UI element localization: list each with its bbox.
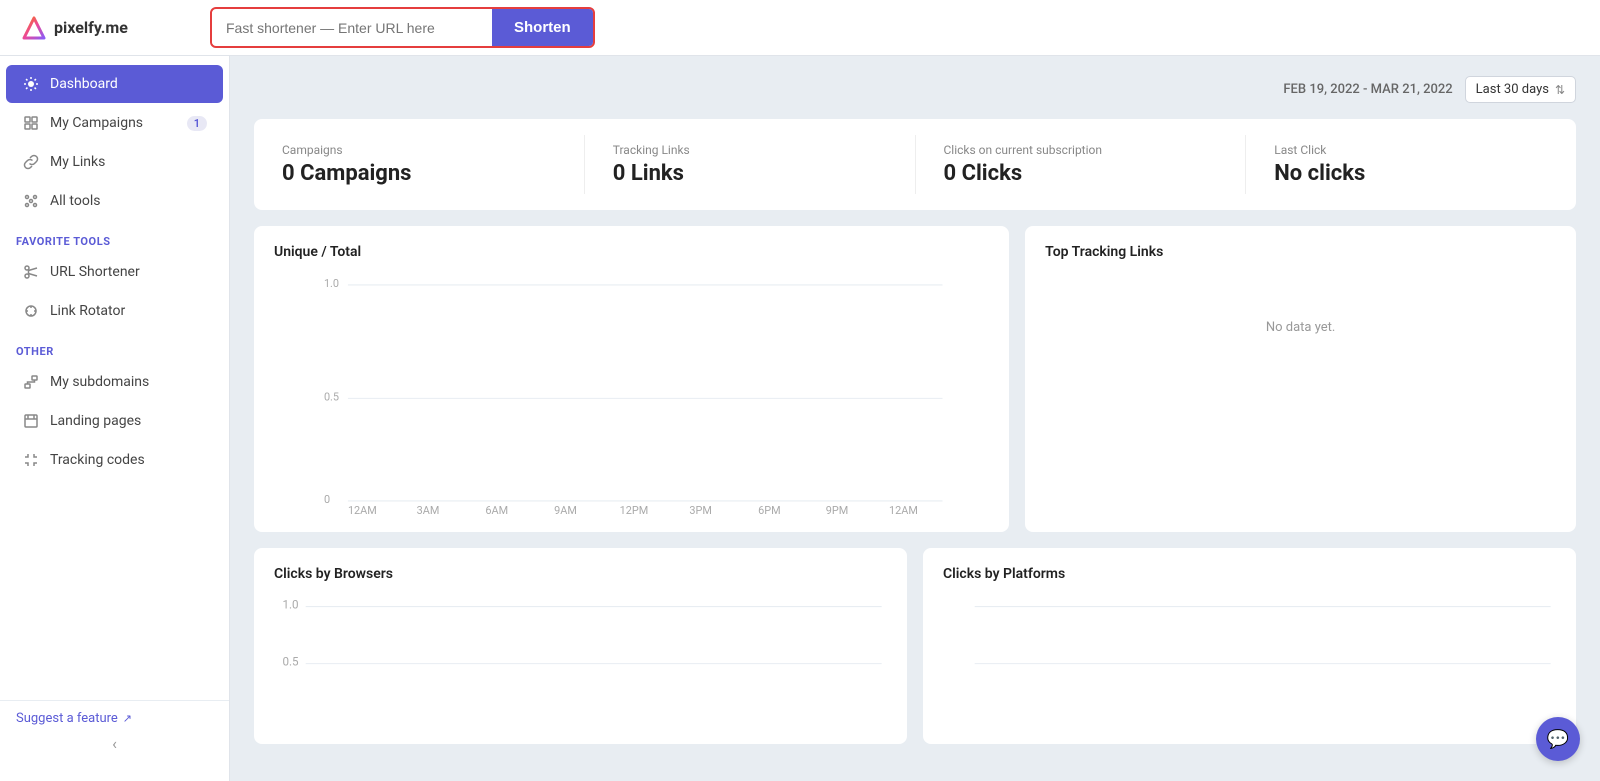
top-tracking-links-title: Top Tracking Links xyxy=(1045,244,1556,260)
sidebar-item-tracking-codes-label: Tracking codes xyxy=(50,452,145,468)
svg-text:12PM: 12PM xyxy=(620,504,649,514)
logo-icon xyxy=(20,14,48,42)
sidebar-item-campaigns[interactable]: My Campaigns 1 xyxy=(6,104,223,142)
sidebar-item-landing-pages[interactable]: Landing pages xyxy=(6,402,223,440)
url-input[interactable] xyxy=(212,12,492,44)
platforms-chart-area xyxy=(943,596,1556,726)
campaigns-icon xyxy=(22,114,40,132)
tracking-icon xyxy=(22,451,40,469)
charts-row-2: Clicks by Browsers 1.0 0.5 Clicks by Pla… xyxy=(254,548,1576,744)
browsers-chart-area: 1.0 0.5 xyxy=(274,596,887,726)
dashboard-icon xyxy=(22,75,40,93)
logo: pixelfy.me xyxy=(20,14,180,42)
subdomain-icon xyxy=(22,373,40,391)
stat-clicks-label: Clicks on current subscription xyxy=(944,143,1218,157)
stat-last-click: Last Click No clicks xyxy=(1246,135,1576,194)
svg-text:9AM: 9AM xyxy=(554,504,577,514)
stat-links: Tracking Links 0 Links xyxy=(585,135,916,194)
sidebar-item-url-shortener-label: URL Shortener xyxy=(50,264,140,280)
collapse-icon: ‹ xyxy=(112,734,117,753)
sidebar-item-all-tools-label: All tools xyxy=(50,193,100,209)
stat-campaigns-label: Campaigns xyxy=(282,143,556,157)
svg-text:0: 0 xyxy=(324,493,330,506)
unique-total-chart-card: Unique / Total 1.0 0.5 0 12AM 3AM xyxy=(254,226,1009,532)
stat-clicks-value: 0 Clicks xyxy=(944,161,1218,186)
suggest-feature-label: Suggest a feature xyxy=(16,711,118,726)
stat-links-value: 0 Links xyxy=(613,161,887,186)
sidebar-item-landing-pages-label: Landing pages xyxy=(50,413,141,429)
sidebar-item-subdomains-label: My subdomains xyxy=(50,374,149,390)
svg-text:1.0: 1.0 xyxy=(324,277,339,290)
stat-clicks: Clicks on current subscription 0 Clicks xyxy=(916,135,1247,194)
svg-text:3PM: 3PM xyxy=(689,504,712,514)
date-range-select[interactable]: Last 30 days ⇅ xyxy=(1465,76,1576,103)
suggest-feature-link[interactable]: Suggest a feature ↗ xyxy=(16,711,213,726)
svg-text:3AM: 3AM xyxy=(417,504,440,514)
browsers-chart-card: Clicks by Browsers 1.0 0.5 xyxy=(254,548,907,744)
topbar: pixelfy.me Shorten xyxy=(0,0,1600,56)
shorten-button[interactable]: Shorten xyxy=(492,9,593,46)
chat-icon: 💬 xyxy=(1547,729,1569,750)
stat-links-label: Tracking Links xyxy=(613,143,887,157)
stat-last-click-value: No clicks xyxy=(1274,161,1548,186)
sidebar-item-url-shortener[interactable]: URL Shortener xyxy=(6,253,223,291)
unique-total-chart-title: Unique / Total xyxy=(274,244,989,260)
platforms-chart-title: Clicks by Platforms xyxy=(943,566,1556,582)
svg-text:0.5: 0.5 xyxy=(282,655,299,669)
sidebar-item-campaigns-label: My Campaigns xyxy=(50,115,143,131)
no-data-text: No data yet. xyxy=(1045,320,1556,335)
sidebar-collapse-button[interactable]: ‹ xyxy=(16,726,213,761)
main-content: FEB 19, 2022 - MAR 21, 2022 Last 30 days… xyxy=(230,56,1600,781)
rotator-icon xyxy=(22,302,40,320)
svg-text:12AM: 12AM xyxy=(348,504,377,514)
landing-icon xyxy=(22,412,40,430)
logo-text: pixelfy.me xyxy=(54,18,128,37)
tools-icon xyxy=(22,192,40,210)
sidebar-item-dashboard-label: Dashboard xyxy=(50,76,118,92)
sidebar-nav: Dashboard My Campaigns 1 My Links Al xyxy=(0,56,229,700)
chat-bubble-button[interactable]: 💬 xyxy=(1536,717,1580,761)
stat-campaigns-value: 0 Campaigns xyxy=(282,161,556,186)
scissors-icon xyxy=(22,263,40,281)
sidebar-item-dashboard[interactable]: Dashboard xyxy=(6,65,223,103)
unique-total-chart-area: 1.0 0.5 0 12AM 3AM 6AM 9AM 12PM 3PM xyxy=(274,274,989,514)
svg-text:0.5: 0.5 xyxy=(324,391,339,404)
sidebar-item-links-label: My Links xyxy=(50,154,105,170)
content-header: FEB 19, 2022 - MAR 21, 2022 Last 30 days… xyxy=(254,76,1576,103)
sidebar-item-link-rotator[interactable]: Link Rotator xyxy=(6,292,223,330)
sidebar-item-subdomains[interactable]: My subdomains xyxy=(6,363,223,401)
svg-text:9PM: 9PM xyxy=(826,504,849,514)
campaigns-badge: 1 xyxy=(187,116,207,131)
stats-row: Campaigns 0 Campaigns Tracking Links 0 L… xyxy=(254,119,1576,210)
links-icon xyxy=(22,153,40,171)
svg-text:6AM: 6AM xyxy=(485,504,508,514)
external-link-icon: ↗ xyxy=(123,712,132,725)
stat-last-click-label: Last Click xyxy=(1274,143,1548,157)
main-layout: Dashboard My Campaigns 1 My Links Al xyxy=(0,56,1600,781)
other-section-label: OTHER xyxy=(0,331,229,362)
svg-text:6PM: 6PM xyxy=(758,504,781,514)
platforms-chart-card: Clicks by Platforms xyxy=(923,548,1576,744)
sidebar-footer: Suggest a feature ↗ ‹ xyxy=(0,700,229,771)
sidebar-item-links[interactable]: My Links xyxy=(6,143,223,181)
sidebar: Dashboard My Campaigns 1 My Links Al xyxy=(0,56,230,781)
date-range-text: FEB 19, 2022 - MAR 21, 2022 xyxy=(1283,82,1452,97)
favorite-tools-section-label: FAVORITE TOOLS xyxy=(0,221,229,252)
stat-campaigns: Campaigns 0 Campaigns xyxy=(254,135,585,194)
chevron-up-down-icon: ⇅ xyxy=(1555,83,1565,97)
sidebar-item-all-tools[interactable]: All tools xyxy=(6,182,223,220)
sidebar-item-tracking-codes[interactable]: Tracking codes xyxy=(6,441,223,479)
charts-row-1: Unique / Total 1.0 0.5 0 12AM 3AM xyxy=(254,226,1576,532)
browsers-chart-title: Clicks by Browsers xyxy=(274,566,887,582)
svg-text:1.0: 1.0 xyxy=(282,598,298,612)
svg-text:12AM: 12AM xyxy=(889,504,918,514)
url-shortener-bar: Shorten xyxy=(210,7,595,48)
date-select-label: Last 30 days xyxy=(1476,82,1549,97)
top-tracking-links-card: Top Tracking Links No data yet. xyxy=(1025,226,1576,532)
sidebar-item-link-rotator-label: Link Rotator xyxy=(50,303,125,319)
